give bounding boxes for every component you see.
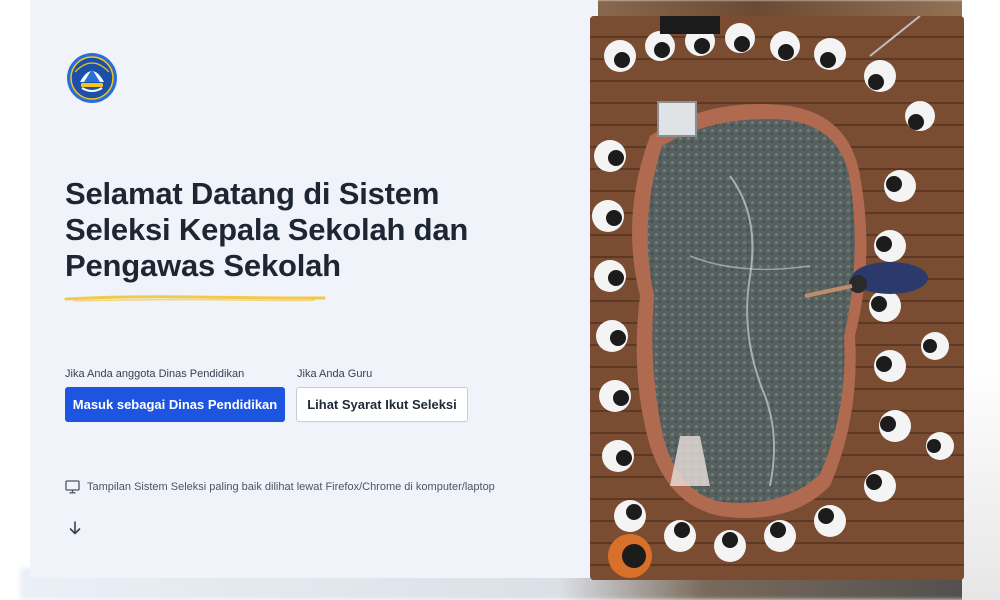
headline-underline [64,295,326,302]
browser-notice-text: Tampilan Sistem Seleksi paling baik dili… [87,481,495,493]
dinas-label: Jika Anda anggota Dinas Pendidikan [65,368,245,380]
background-strip-right [962,0,1000,600]
headline-line-1: Selamat Datang di Sistem [65,176,440,211]
view-requirements-button[interactable]: Lihat Syarat Ikut Seleksi [296,387,468,422]
guru-label: Jika Anda Guru [297,368,373,380]
students-around-map-photo [590,16,964,580]
monitor-icon [65,480,80,494]
headline-line-3: Pengawas Sekolah [65,248,341,283]
arrow-down-icon[interactable] [68,520,82,536]
kemendikbud-logo [67,53,117,103]
browser-notice: Tampilan Sistem Seleksi paling baik dili… [65,480,495,494]
page-title: Selamat Datang di Sistem Seleksi Kepala … [65,176,505,284]
login-dinas-button[interactable]: Masuk sebagai Dinas Pendidikan [65,387,285,422]
headline-line-2: Seleksi Kepala Sekolah dan [65,212,469,247]
